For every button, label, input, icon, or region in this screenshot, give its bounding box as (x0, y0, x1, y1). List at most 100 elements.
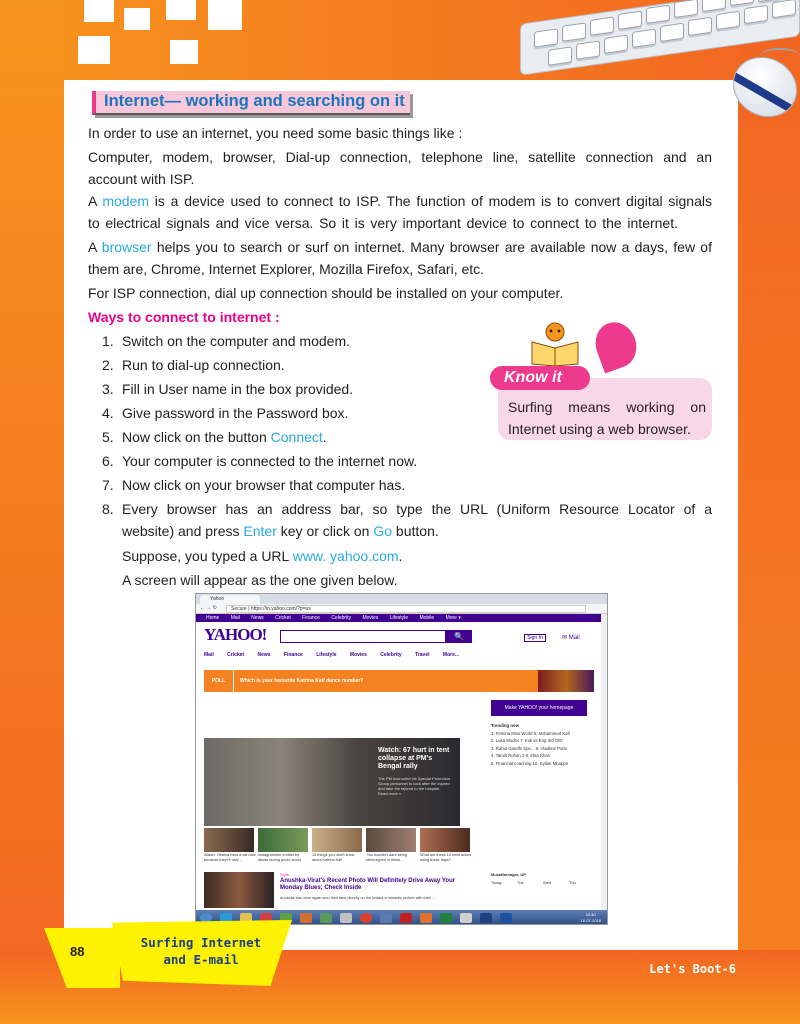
thumbnail[interactable] (258, 828, 308, 852)
sub-nav-item[interactable]: Celebrity (380, 652, 401, 658)
step-text: Give password in the Password box. (122, 405, 349, 421)
app-icon[interactable] (460, 913, 472, 923)
sub-nav-item[interactable]: Cricket (227, 652, 244, 658)
thumbnail[interactable] (420, 828, 470, 852)
list-item: 4. Give password in the Password box. (102, 402, 348, 424)
yahoo-logo[interactable]: YAHOO! (204, 625, 267, 645)
yahoo-search-input[interactable] (280, 630, 446, 643)
top-nav-item[interactable]: Celebrity (331, 615, 351, 621)
sub-nav-item[interactable]: Mail (204, 652, 214, 658)
sub-nav-item[interactable]: More... (443, 652, 459, 658)
top-nav-item[interactable]: Mail (231, 615, 240, 621)
trending-item[interactable]: 5. Financial coaching 10. Kylian Mbappe (491, 760, 601, 768)
step-text: Now click on your browser that computer … (122, 477, 406, 493)
know-it-label: Know it (490, 366, 590, 390)
weather-day: Today (491, 880, 502, 885)
thumbnail-caption[interactable]: What are these 10 child actors doing the… (420, 853, 472, 863)
thumbnail-caption[interactable]: Watch: Obama rises a tall race because t… (204, 853, 256, 863)
nav-arrows-icon[interactable]: ← → ↻ (200, 605, 217, 611)
step-text: Run to dial-up connection. (122, 357, 285, 373)
top-nav-item[interactable]: Mobile (419, 615, 434, 621)
photoshop-icon[interactable] (480, 913, 492, 923)
make-homepage-button[interactable]: Make YAHOO! your homepage (491, 700, 587, 716)
chrome-icon[interactable] (360, 913, 372, 923)
poll-banner[interactable]: POLL Which is your favourite Katrina Kaif… (204, 670, 594, 692)
hero-sub: The PM instructed his Special Protection… (378, 776, 451, 791)
step8-line-4: A screen will appear as the one given be… (122, 572, 398, 588)
browser-tabbar: Yahoo (196, 594, 607, 604)
hero-more-link[interactable]: Read more » (378, 791, 401, 796)
sub-nav-item[interactable]: Travel (415, 652, 429, 658)
hero-title[interactable]: Watch: 67 hurt in tent collapse at PM's … (378, 747, 456, 771)
thumbnail[interactable] (312, 828, 362, 852)
mail-link[interactable]: ✉ Mail (562, 634, 580, 641)
powerpoint-icon[interactable] (420, 913, 432, 923)
step-text: Now click on the button (122, 429, 271, 445)
step-number: 7. (102, 477, 114, 493)
list-item: 6. Your computer is connected to the inte… (102, 450, 417, 472)
decor-square (170, 40, 198, 64)
taskbar-clock[interactable]: 10:40 16-07-2018 (581, 912, 601, 924)
browser-scrollbar[interactable] (601, 614, 607, 910)
top-nav-item[interactable]: Cricket (275, 615, 291, 621)
go-keyword: Go (373, 523, 393, 539)
step-number: 3. (102, 381, 114, 397)
top-nav-item[interactable]: Lifestyle (390, 615, 408, 621)
app-icon[interactable] (380, 913, 392, 923)
orange-frame-right (738, 0, 800, 1024)
app-icon[interactable] (320, 913, 332, 923)
trending-item[interactable]: 4. Tamilt Rohan 2 9. Irfan Khan (491, 752, 601, 760)
yahoo-search-button[interactable]: 🔍 (446, 630, 472, 643)
step8-line-2: website) and press Enter key or click on… (122, 520, 439, 542)
app-icon[interactable] (340, 913, 352, 923)
step-number: 2. (102, 357, 114, 373)
step8-text: key or click on (276, 523, 374, 539)
list-item: 7. Now click on your browser that compute… (102, 474, 405, 496)
top-nav-item[interactable]: More ▾ (446, 615, 461, 621)
app-icon[interactable] (300, 913, 312, 923)
step8-text: website) and press (122, 523, 244, 539)
browser-line-1: A browser helps you to search or surf on… (88, 236, 712, 258)
list-item: 2. Run to dial-up connection. (102, 354, 285, 376)
top-nav-item[interactable]: Movies (362, 615, 378, 621)
weather-day: Wed (543, 880, 552, 885)
reading-character-icon (531, 322, 579, 366)
decor-square (208, 0, 242, 30)
orange-frame-left (0, 0, 64, 1024)
story-title[interactable]: Anushka-Virat's Recent Photo Will Defini… (280, 878, 470, 892)
trending-item[interactable]: 3. Rahul Gandhi Spe... 8. Vladimir Putin (491, 745, 601, 753)
sub-nav-item[interactable]: Finance (284, 652, 303, 658)
sub-nav-item[interactable]: Movies (350, 652, 367, 658)
know-it-text: Surfing means working on Internet using … (508, 399, 706, 437)
news-story[interactable]: Style Anushka-Virat's Recent Photo Will … (204, 872, 474, 908)
weather-day: Tue (517, 880, 524, 885)
browser-a: A (88, 239, 102, 255)
modem-keyword: modem (102, 193, 150, 209)
top-nav-item[interactable]: Finance (302, 615, 320, 621)
sub-nav-item[interactable]: News (257, 652, 270, 658)
thumbnail-caption[interactable]: 'You wouldn't dare being stereotyped in … (366, 853, 418, 863)
top-nav-item[interactable]: Home (206, 615, 219, 621)
thumbnail[interactable] (204, 828, 254, 852)
thumbnail-caption[interactable]: 10 things you didn't know about Katrina … (312, 853, 364, 863)
modem-line-1-rest: is a device used to connect to ISP. The … (149, 193, 712, 209)
story-image (204, 872, 274, 908)
thumbnail-caption[interactable]: Instagrammer a bitter by abuse during ph… (258, 853, 310, 863)
url-field[interactable]: Secure | https://in.yahoo.com/?p=us (226, 605, 586, 613)
word-icon[interactable] (500, 913, 512, 923)
trending-item[interactable]: 2. Luka Modric 7. Indi vs Eng 3rd ODI (491, 737, 601, 745)
yahoo-top-nav: Home Mail News Cricket Finance Celebrity… (196, 614, 607, 622)
thumbnail[interactable] (366, 828, 416, 852)
decor-square (124, 8, 150, 30)
browser-tab[interactable]: Yahoo (200, 595, 260, 604)
pdf-icon[interactable] (400, 913, 412, 923)
sub-nav-item[interactable]: Lifestyle (316, 652, 336, 658)
browser-line-2: them are, Chrome, Internet Explorer, Moz… (88, 261, 485, 277)
chapter-title: Surfing Internet and E-mail (140, 935, 262, 967)
sign-in-button[interactable]: Sign In (524, 634, 546, 642)
step8-text: Suppose, you typed a URL (122, 548, 293, 564)
trending-item[interactable]: 1. Femina Miss World 6. Mohammed Kaif (491, 730, 601, 738)
excel-icon[interactable] (440, 913, 452, 923)
top-nav-item[interactable]: News (251, 615, 264, 621)
thumbnail-strip (204, 828, 474, 852)
